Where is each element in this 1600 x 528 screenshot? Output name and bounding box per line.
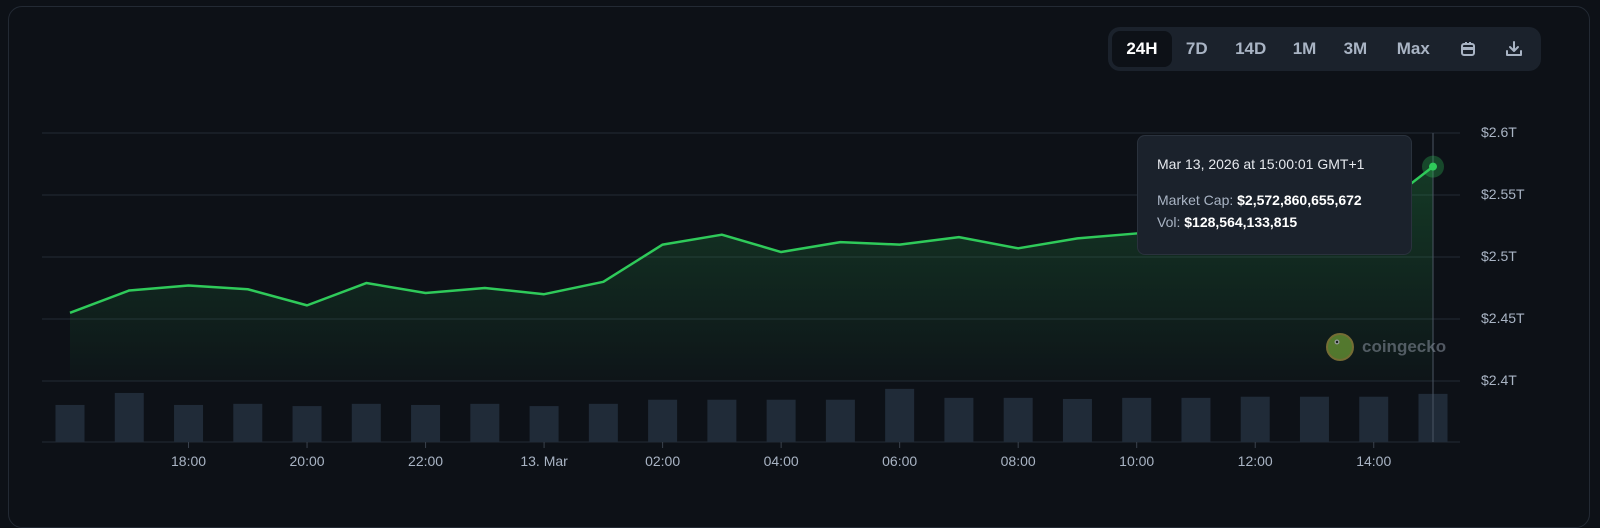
x-tick-label: 12:00 xyxy=(1238,453,1273,469)
volume-bar[interactable] xyxy=(174,405,203,442)
volume-bar[interactable] xyxy=(1181,398,1210,442)
volume-bar[interactable] xyxy=(352,404,381,442)
tooltip-date: Mar 13, 2026 at 15:00:01 GMT+1 xyxy=(1157,156,1392,172)
volume-bar[interactable] xyxy=(767,400,796,442)
volume-bar[interactable] xyxy=(1300,397,1329,442)
x-tick-label: 08:00 xyxy=(1001,453,1036,469)
volume-bar[interactable] xyxy=(233,404,262,442)
coingecko-logo-icon xyxy=(1326,333,1354,361)
tooltip-vol-label: Vol: xyxy=(1157,214,1180,230)
y-tick-label: $2.5T xyxy=(1481,248,1517,264)
volume-bar[interactable] xyxy=(1359,397,1388,442)
volume-bar[interactable] xyxy=(944,398,973,442)
volume-bar[interactable] xyxy=(1122,398,1151,442)
y-tick-label: $2.55T xyxy=(1481,186,1525,202)
volume-bar[interactable] xyxy=(885,389,914,442)
volume-bar[interactable] xyxy=(115,393,144,442)
chart-tooltip: Mar 13, 2026 at 15:00:01 GMT+1 Market Ca… xyxy=(1137,135,1412,255)
volume-bar[interactable] xyxy=(826,400,855,442)
volume-bar[interactable] xyxy=(1004,398,1033,442)
x-tick-label: 06:00 xyxy=(882,453,917,469)
y-tick-label: $2.45T xyxy=(1481,310,1525,326)
x-tick-label: 02:00 xyxy=(645,453,680,469)
tooltip-market-cap-label: Market Cap: xyxy=(1157,192,1233,208)
volume-bar[interactable] xyxy=(293,406,322,442)
x-tick-label: 10:00 xyxy=(1119,453,1154,469)
tooltip-market-cap-value: $2,572,860,655,672 xyxy=(1237,192,1362,208)
x-tick-label: 04:00 xyxy=(764,453,799,469)
volume-bar[interactable] xyxy=(1241,397,1270,442)
volume-bar[interactable] xyxy=(707,400,736,442)
x-tick-label: 18:00 xyxy=(171,453,206,469)
volume-bar[interactable] xyxy=(411,405,440,442)
volume-bar[interactable] xyxy=(470,404,499,442)
volume-bar[interactable] xyxy=(589,404,618,442)
volume-bar[interactable] xyxy=(648,400,677,442)
volume-bar[interactable] xyxy=(1063,399,1092,442)
x-tick-label: 14:00 xyxy=(1356,453,1391,469)
y-tick-label: $2.6T xyxy=(1481,124,1517,140)
tooltip-vol-value: $128,564,133,815 xyxy=(1184,214,1297,230)
x-tick-label: 20:00 xyxy=(290,453,325,469)
x-tick-label: 13. Mar xyxy=(520,453,567,469)
hover-point xyxy=(1429,163,1437,171)
coingecko-watermark: coingecko xyxy=(1326,333,1446,361)
x-tick-label: 22:00 xyxy=(408,453,443,469)
volume-bar[interactable] xyxy=(56,405,85,442)
volume-bar[interactable] xyxy=(530,406,559,442)
y-tick-label: $2.4T xyxy=(1481,372,1517,388)
